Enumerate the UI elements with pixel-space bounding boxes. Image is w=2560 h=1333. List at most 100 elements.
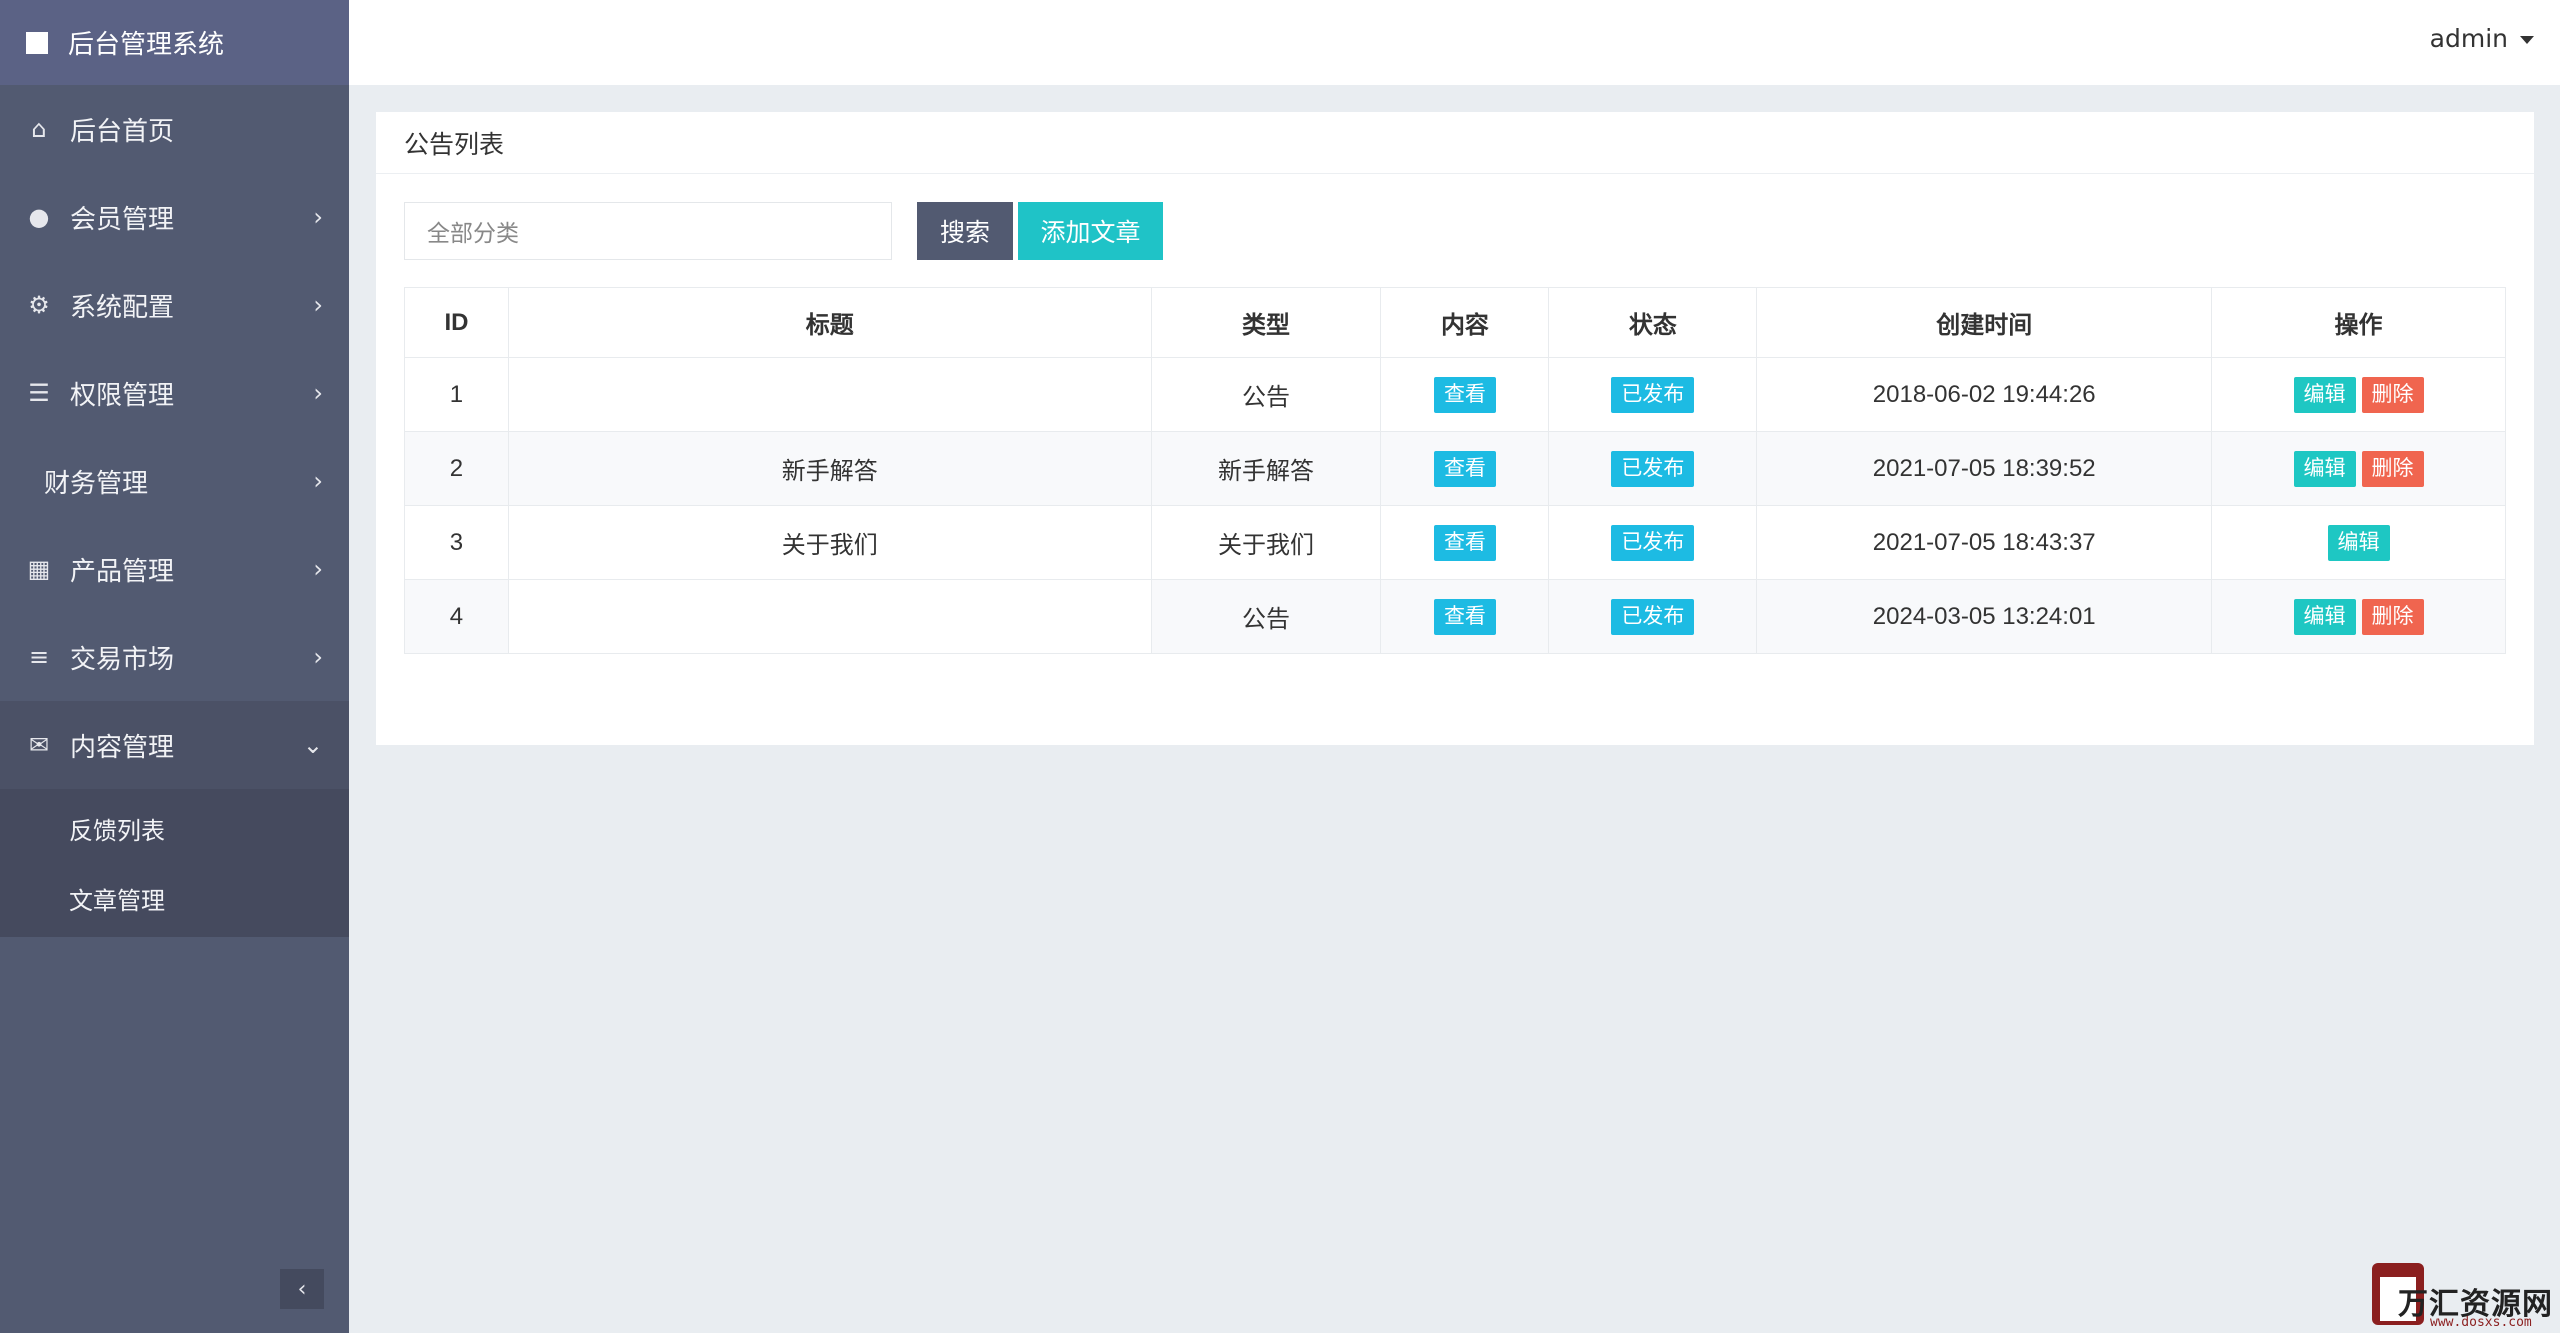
content-submenu: 反馈列表 文章管理 xyxy=(0,789,349,937)
cell-actions: 编辑 xyxy=(2211,505,2506,580)
envelope-icon: ✉ xyxy=(28,731,50,759)
cell-content: 查看 xyxy=(1380,431,1550,506)
sidebar-item-permissions[interactable]: ☰ 权限管理 › xyxy=(0,349,349,437)
watermark-url: www.dosxs.com xyxy=(2430,1315,2532,1330)
cell-status: 已发布 xyxy=(1548,431,1758,506)
column-header-id: ID xyxy=(404,287,509,358)
brand-title: 后台管理系统 xyxy=(68,30,225,60)
server-icon: ☰ xyxy=(28,379,50,407)
cell-actions: 编辑 删除 xyxy=(2211,579,2506,654)
cell-created: 2021-07-05 18:43:37 xyxy=(1756,505,2213,580)
view-button[interactable]: 查看 xyxy=(1433,450,1496,487)
cell-type: 关于我们 xyxy=(1150,505,1382,580)
cell-type: 公告 xyxy=(1150,579,1382,654)
sidebar-item-members[interactable]: ● 会员管理 › xyxy=(0,173,349,261)
sidebar-item-label: 产品管理 xyxy=(70,556,175,587)
chevron-left-icon: ‹ xyxy=(297,1276,307,1302)
cell-created: 2024-03-05 13:24:01 xyxy=(1756,579,2213,654)
category-select[interactable]: 全部分类 xyxy=(404,202,892,260)
cell-title xyxy=(507,579,1152,654)
cell-content: 查看 xyxy=(1380,357,1550,432)
notice-table: ID 标题 类型 内容 状态 创建时间 操作 1 公告 查看 已发布 2018-… xyxy=(404,287,2506,654)
panel-title: 公告列表 xyxy=(376,112,2534,174)
sidebar-item-label: 财务管理 xyxy=(44,468,149,499)
edit-button[interactable]: 编辑 xyxy=(2293,376,2356,413)
cell-type: 新手解答 xyxy=(1150,431,1382,506)
column-header-type: 类型 xyxy=(1150,287,1382,358)
chevron-right-icon: › xyxy=(313,379,323,407)
table-row: 4 公告 查看 已发布 2024-03-05 13:24:01 编辑 删除 xyxy=(404,579,2506,654)
collapse-sidebar-button[interactable]: ‹ xyxy=(280,1269,324,1309)
submenu-item-feedback[interactable]: 反馈列表 xyxy=(0,793,349,863)
sidebar-item-products[interactable]: ▦ 产品管理 › xyxy=(0,525,349,613)
sidebar-item-content[interactable]: ✉ 内容管理 ⌄ xyxy=(0,701,349,789)
cell-title: 关于我们 xyxy=(507,505,1152,580)
view-button[interactable]: 查看 xyxy=(1433,598,1496,635)
watermark: 万汇资源网 www.dosxs.com xyxy=(2372,1257,2557,1330)
delete-button[interactable]: 删除 xyxy=(2361,450,2424,487)
status-badge: 已发布 xyxy=(1611,376,1695,413)
delete-button[interactable]: 删除 xyxy=(2361,376,2424,413)
caret-down-icon xyxy=(2520,36,2534,44)
column-header-actions: 操作 xyxy=(2211,287,2506,358)
cell-title xyxy=(507,357,1152,432)
cell-id: 1 xyxy=(404,357,509,432)
column-header-status: 状态 xyxy=(1548,287,1758,358)
top-header: admin xyxy=(349,0,2560,85)
table-row: 1 公告 查看 已发布 2018-06-02 19:44:26 编辑 删除 xyxy=(404,357,2506,432)
table-row: 3 关于我们 关于我们 查看 已发布 2021-07-05 18:43:37 编… xyxy=(404,505,2506,580)
category-select-value: 全部分类 xyxy=(427,221,519,247)
cell-actions: 编辑 删除 xyxy=(2211,431,2506,506)
brand[interactable]: 后台管理系统 xyxy=(0,0,349,85)
user-menu[interactable]: admin xyxy=(2430,24,2534,53)
windows-icon: ▦ xyxy=(27,555,51,583)
sidebar-item-label: 会员管理 xyxy=(70,204,175,235)
chevron-down-icon: ⌄ xyxy=(302,731,323,759)
chevron-right-icon: › xyxy=(313,643,323,671)
cell-created: 2018-06-02 19:44:26 xyxy=(1756,357,2213,432)
status-badge: 已发布 xyxy=(1611,524,1695,561)
edit-button[interactable]: 编辑 xyxy=(2293,450,2356,487)
gears-icon: ⚙ xyxy=(28,291,50,319)
add-article-button[interactable]: 添加文章 xyxy=(1018,202,1163,260)
column-header-created: 创建时间 xyxy=(1756,287,2213,358)
cell-status: 已发布 xyxy=(1548,579,1758,654)
edit-button[interactable]: 编辑 xyxy=(2293,598,2356,635)
logo-square-icon xyxy=(26,31,48,54)
cell-status: 已发布 xyxy=(1548,357,1758,432)
sidebar-item-label: 后台首页 xyxy=(70,116,175,147)
chevron-right-icon: › xyxy=(313,555,323,583)
sidebar-item-system[interactable]: ⚙ 系统配置 › xyxy=(0,261,349,349)
table-header-row: ID 标题 类型 内容 状态 创建时间 操作 xyxy=(404,287,2506,358)
sidebar: 后台管理系统 ⌂ 后台首页 ● 会员管理 › ⚙ 系统配置 › ☰ 权限管理 ›… xyxy=(0,0,349,1333)
bars-icon: ≡ xyxy=(28,643,50,671)
home-icon: ⌂ xyxy=(31,115,47,143)
cell-actions: 编辑 删除 xyxy=(2211,357,2506,432)
column-header-title: 标题 xyxy=(507,287,1152,358)
column-header-content: 内容 xyxy=(1380,287,1550,358)
cell-type: 公告 xyxy=(1150,357,1382,432)
sidebar-item-label: 交易市场 xyxy=(70,644,175,675)
sidebar-item-label: 系统配置 xyxy=(70,292,175,323)
sidebar-item-label: 内容管理 xyxy=(70,732,175,763)
chevron-right-icon: › xyxy=(313,291,323,319)
edit-button[interactable]: 编辑 xyxy=(2327,524,2390,561)
sidebar-item-finance[interactable]: 财务管理 › xyxy=(0,437,349,525)
cell-status: 已发布 xyxy=(1548,505,1758,580)
status-badge: 已发布 xyxy=(1611,450,1695,487)
view-button[interactable]: 查看 xyxy=(1433,524,1496,561)
sidebar-item-home[interactable]: ⌂ 后台首页 xyxy=(0,85,349,173)
status-badge: 已发布 xyxy=(1611,598,1695,635)
cell-title: 新手解答 xyxy=(507,431,1152,506)
sidebar-item-market[interactable]: ≡ 交易市场 › xyxy=(0,613,349,701)
submenu-item-articles[interactable]: 文章管理 xyxy=(0,863,349,933)
username: admin xyxy=(2429,24,2508,53)
view-button[interactable]: 查看 xyxy=(1433,376,1496,413)
cell-created: 2021-07-05 18:39:52 xyxy=(1756,431,2213,506)
chevron-right-icon: › xyxy=(313,203,323,231)
cell-id: 2 xyxy=(404,431,509,506)
delete-button[interactable]: 删除 xyxy=(2361,598,2424,635)
cell-id: 4 xyxy=(404,579,509,654)
notice-panel: 公告列表 全部分类 搜索 添加文章 ID 标题 类型 内容 状态 创建时间 操作… xyxy=(376,112,2534,745)
search-button[interactable]: 搜索 xyxy=(917,202,1013,260)
